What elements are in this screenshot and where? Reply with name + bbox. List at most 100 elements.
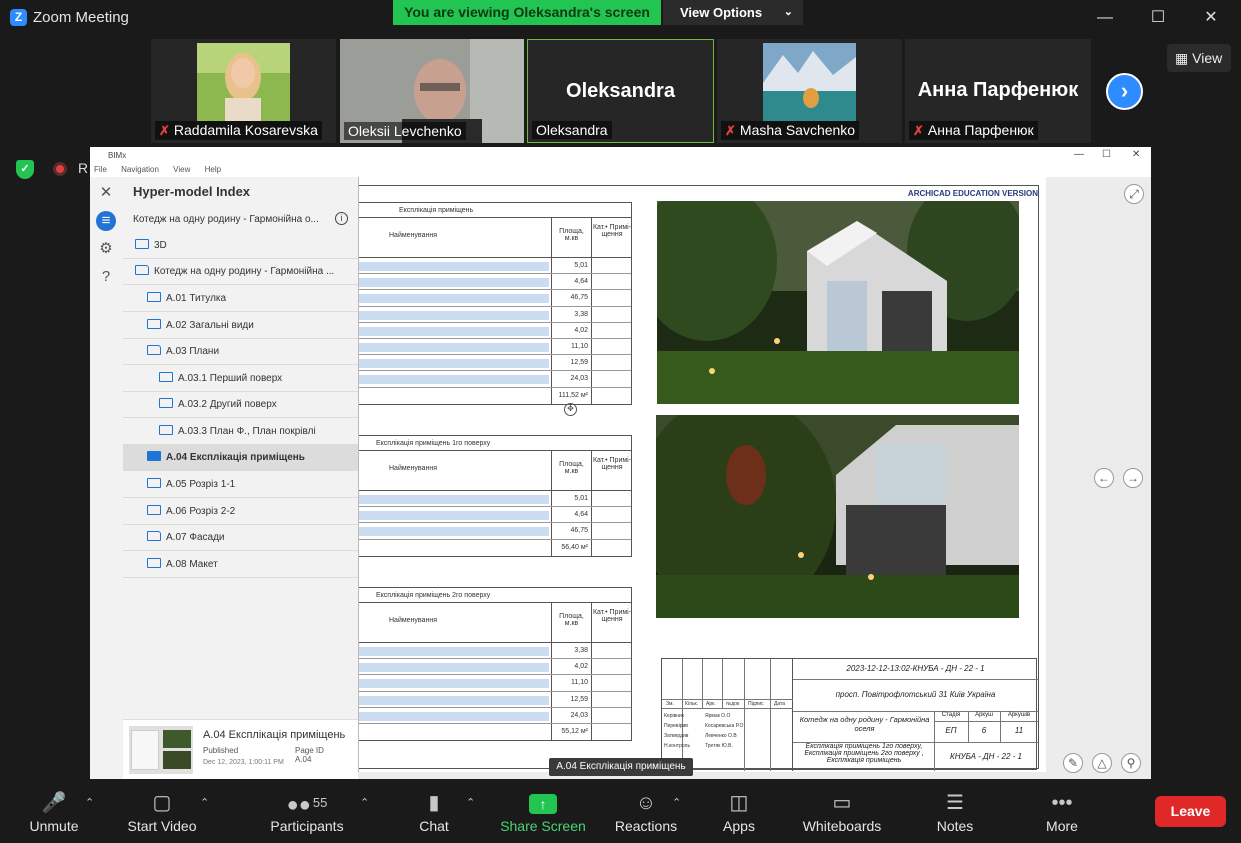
table-total-row: 55,12 м² — [359, 723, 631, 741]
grid-icon: ▦ — [1175, 50, 1189, 66]
close-icon[interactable]: ✕ — [1199, 6, 1223, 30]
whiteboards-button[interactable]: ▭ Whiteboards — [798, 790, 886, 838]
participant-tile[interactable]: ✗ Raddamila Kosarevska — [151, 39, 336, 143]
participant-tile-active[interactable]: Oleksandra Oleksandra — [527, 39, 714, 143]
chat-icon: ▮ — [428, 792, 440, 814]
participant-display-name: Анна Парфенюк — [917, 79, 1079, 101]
view-options-button[interactable]: View Options ⌄ — [663, 0, 803, 25]
layout-icon — [147, 319, 161, 329]
minimize-icon[interactable]: — — [1093, 6, 1117, 30]
info-icon: i — [335, 212, 348, 225]
participant-name: ✗ Анна Парфенюк — [909, 121, 1038, 140]
house-render-image — [656, 415, 1019, 618]
participant-tile[interactable]: Анна Парфенюк ✗ Анна Парфенюк — [905, 39, 1091, 143]
participants-button[interactable]: ●● 55 Participants ⌃ — [264, 790, 369, 838]
chevron-up-icon[interactable]: ⌃ — [85, 796, 94, 809]
participant-display-name: Oleksandra — [566, 80, 675, 102]
area-value: 46,75 — [551, 290, 591, 306]
recording-icon[interactable] — [53, 162, 67, 176]
chevron-up-icon[interactable]: ⌃ — [200, 796, 209, 809]
mic-muted-icon: 🎤 — [41, 792, 67, 814]
title-block: Зм. Кільк. Арк. №док Підпис Дата Керівни… — [661, 658, 1038, 771]
area-value: 4,64 — [551, 274, 591, 290]
more-button[interactable]: ••• More — [1040, 790, 1084, 838]
close-icon: ✕ — [99, 184, 113, 201]
tree-item-a01: A.01 Титулка — [123, 286, 358, 312]
area-value: 3,38 — [551, 643, 591, 659]
area-value: 5,01 — [551, 491, 591, 507]
tree-item-label: A.03 Плани — [166, 346, 220, 357]
apps-button[interactable]: ◫ Apps — [718, 790, 760, 838]
table-row: 24,03 — [359, 707, 631, 724]
col-name: Найменування — [389, 465, 437, 472]
participant-tile[interactable]: Oleksii Levchenko — [340, 39, 524, 143]
reactions-label: Reactions — [614, 818, 678, 834]
sheet-thumbnail-card: A.04 Експлікація приміщень Published Pag… — [123, 719, 358, 779]
bimx-close-icon: ✕ — [1132, 149, 1141, 160]
tb-header-cell: Кільк. — [685, 701, 699, 707]
panel-title: Hyper-model Index — [133, 184, 251, 199]
start-video-label: Start Video — [127, 818, 197, 834]
notes-button[interactable]: ☰ Notes — [932, 790, 978, 838]
thumb-title: A.04 Експлікація приміщень — [203, 729, 346, 741]
chevron-up-icon[interactable]: ⌃ — [360, 796, 369, 809]
zoom-window: Z Zoom Meeting You are viewing Oleksandr… — [0, 0, 1241, 843]
video-off-icon: ▢ — [152, 792, 172, 814]
thumb-page-id: Page ID A.04 — [295, 746, 358, 764]
list-icon: ≡ — [96, 211, 116, 231]
next-page-button[interactable]: › — [1106, 73, 1143, 110]
col-area: Площа, м.кв — [551, 603, 591, 643]
help-icon: ? — [101, 268, 111, 285]
participant-tile[interactable]: ✗ Masha Savchenko — [717, 39, 902, 143]
security-shield-icon[interactable]: ✓ — [16, 160, 34, 179]
zoom-logo-icon: Z — [10, 9, 27, 26]
tree-item-label: A.04 Експлікація приміщень — [166, 452, 305, 463]
tree-item-label: A.06 Розріз 2-2 — [166, 506, 236, 517]
col-name: Найменування — [389, 617, 437, 624]
participants-icon: ●● 55 — [286, 794, 328, 816]
panel-icon-rail: ✕ ≡ ⚙ ? — [90, 177, 123, 779]
bimx-app-title: BIMx — [108, 151, 127, 160]
chevron-up-icon[interactable]: ⌃ — [672, 796, 681, 809]
apps-label: Apps — [723, 818, 755, 834]
watermark: ARCHICAD EDUCATION VERSION — [907, 189, 1038, 198]
layout-icon — [147, 478, 161, 488]
area-value: 12,59 — [551, 691, 591, 707]
bimx-minimize-icon: — — [1074, 149, 1084, 160]
area-value: 46,75 — [551, 523, 591, 539]
tree-item-label: A.03.3 План Ф., План покрівлі — [178, 426, 316, 437]
reactions-button[interactable]: ☺ Reactions ⌃ — [612, 790, 681, 838]
leave-button[interactable]: Leave — [1155, 796, 1226, 827]
start-video-button[interactable]: ▢ Start Video ⌃ — [122, 790, 209, 838]
unmute-button[interactable]: 🎤 Unmute ⌃ — [22, 790, 94, 838]
participant-name-text: Анна Парфенюк — [927, 122, 1034, 138]
table-header: Найменування Площа, м.кв Кат.• Примі- ще… — [359, 218, 631, 258]
tb-org: КНУБА - ДН - 22 - 1 — [950, 752, 1022, 761]
folder-icon — [135, 265, 149, 275]
gear-icon: ⚙ — [99, 240, 113, 257]
thumb-status: Published — [203, 746, 239, 755]
meeting-toolbar: 🎤 Unmute ⌃ ▢ Start Video ⌃ ●● 55 Particip… — [0, 782, 1241, 843]
tree-item-project: Котедж на одну родину - Гармонійна ... — [123, 259, 358, 285]
cube-icon — [135, 239, 149, 249]
layout-icon — [159, 398, 173, 408]
tb-sheet-header: Аркуш — [975, 712, 993, 718]
hyper-model-panel: ✕ ≡ ⚙ ? Hyper-model Index Котедж на одну… — [90, 177, 358, 779]
view-button[interactable]: ▦ View — [1167, 44, 1231, 72]
table-row: 12,59 — [359, 691, 631, 708]
tb-person: Ярмак О.О — [705, 713, 731, 719]
expand-icon: ⤢ — [1124, 184, 1144, 204]
tb-person: Левченко О.В — [705, 733, 737, 739]
layout-icon — [147, 292, 161, 302]
unmute-label: Unmute — [29, 818, 79, 834]
col-area: Площа, м.кв — [551, 451, 591, 491]
chat-button[interactable]: ▮ Chat ⌃ — [412, 790, 475, 838]
maximize-icon[interactable]: ☐ — [1146, 6, 1170, 30]
menu-file: File — [94, 165, 107, 174]
table-header: Найменування Площа, м.кв Кат.• Примі- ще… — [359, 451, 631, 491]
chevron-up-icon[interactable]: ⌃ — [466, 796, 475, 809]
layout-icon — [147, 558, 161, 568]
col-category: Кат.• Примі- щення — [591, 603, 632, 643]
share-screen-button[interactable]: ↑ Share Screen — [498, 790, 588, 838]
share-screen-icon: ↑ — [498, 790, 588, 816]
